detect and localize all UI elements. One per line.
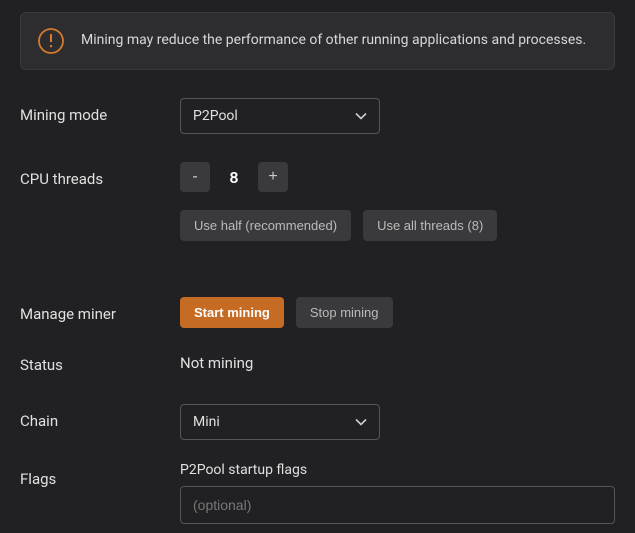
threads-value: 8 [210, 168, 258, 187]
threads-increment-button[interactable]: + [258, 162, 288, 192]
mining-mode-select[interactable]: P2Pool [180, 98, 380, 134]
use-half-button[interactable]: Use half (recommended) [180, 210, 351, 241]
flags-row: Flags P2Pool startup flags [20, 462, 615, 524]
chevron-down-icon [355, 108, 367, 124]
flags-input[interactable] [180, 486, 615, 524]
flags-label: Flags [20, 462, 180, 488]
manage-miner-row: Manage miner Start mining Stop mining [20, 297, 615, 328]
cpu-threads-label: CPU threads [20, 162, 180, 188]
mining-mode-value: P2Pool [193, 108, 238, 124]
thread-preset-row: Use half (recommended) Use all threads (… [20, 210, 615, 241]
chain-value: Mini [193, 414, 220, 430]
chain-select[interactable]: Mini [180, 404, 380, 440]
start-mining-button[interactable]: Start mining [180, 297, 284, 328]
warning-icon [37, 27, 65, 55]
status-label: Status [20, 348, 180, 374]
chain-row: Chain Mini [20, 404, 615, 440]
cpu-threads-stepper: - 8 + [180, 162, 615, 192]
status-row: Status Not mining [20, 348, 615, 374]
flags-field-label: P2Pool startup flags [180, 462, 615, 478]
warning-banner: Mining may reduce the performance of oth… [20, 12, 615, 70]
chain-label: Chain [20, 404, 180, 430]
manage-miner-label: Manage miner [20, 297, 180, 323]
status-value: Not mining [180, 348, 615, 372]
warning-text: Mining may reduce the performance of oth… [81, 31, 586, 51]
cpu-threads-row: CPU threads - 8 + [20, 162, 615, 192]
use-all-button[interactable]: Use all threads (8) [363, 210, 497, 241]
stop-mining-button[interactable]: Stop mining [296, 297, 393, 328]
chevron-down-icon [355, 414, 367, 430]
mining-mode-label: Mining mode [20, 98, 180, 124]
threads-decrement-button[interactable]: - [180, 162, 210, 192]
mining-mode-row: Mining mode P2Pool [20, 98, 615, 134]
